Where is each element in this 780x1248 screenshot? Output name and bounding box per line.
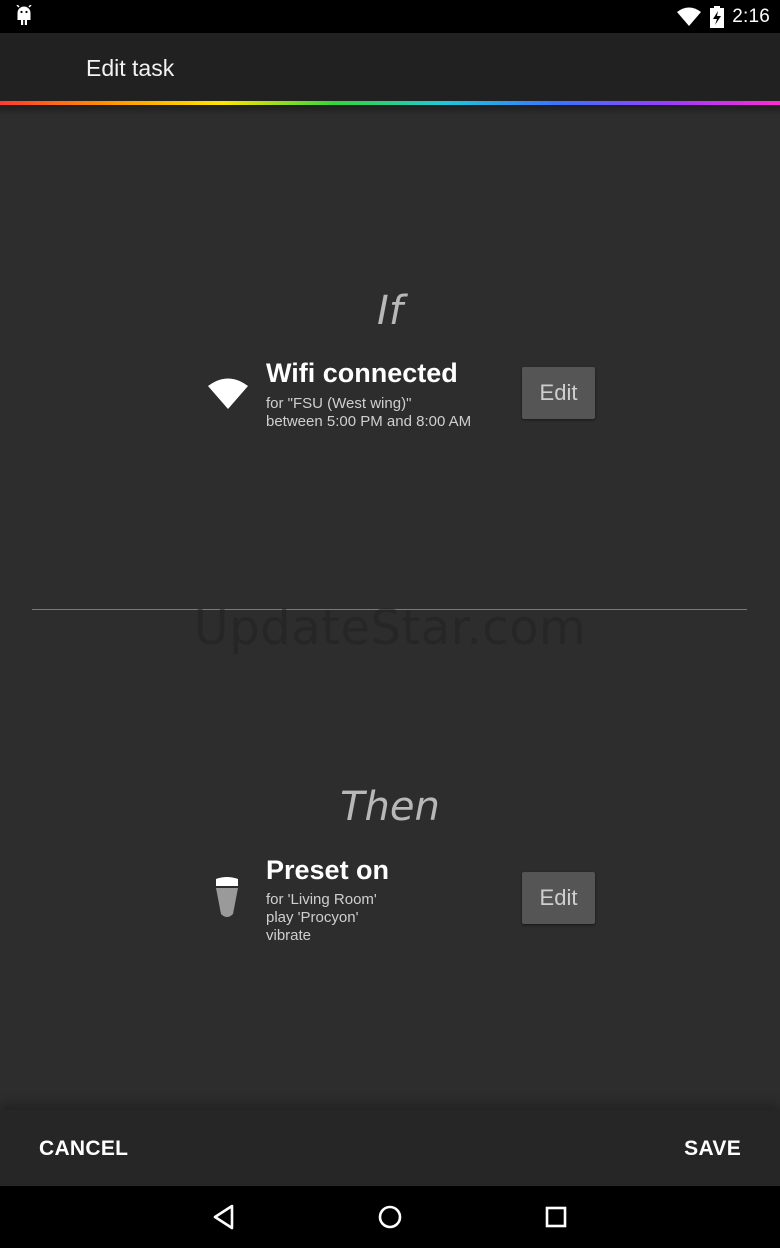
- status-bar: 2:16: [0, 0, 780, 33]
- if-detail-line: for "FSU (West wing)": [266, 395, 412, 412]
- action-bar: CANCEL SAVE: [0, 1110, 780, 1186]
- home-icon[interactable]: [375, 1202, 405, 1232]
- edit-action-button[interactable]: Edit: [522, 872, 595, 924]
- wifi-icon: [208, 378, 248, 409]
- app-bar: Edit task: [0, 33, 780, 102]
- if-heading: If: [377, 288, 403, 334]
- if-detail-line: between 5:00 PM and 8:00 AM: [266, 413, 472, 430]
- status-time: 2:16: [732, 5, 770, 27]
- if-condition-title: Wifi connected: [266, 358, 458, 388]
- watermark: UpdateStar.com: [193, 600, 587, 656]
- light-bulb-icon: [216, 877, 238, 917]
- then-detail-line: vibrate: [266, 927, 312, 944]
- then-action-details: for 'Living Room' play 'Procyon' vibrate: [266, 891, 377, 945]
- cancel-button[interactable]: CANCEL: [39, 1137, 128, 1161]
- navigation-bar: [0, 1186, 780, 1248]
- wifi-signal-icon: [677, 7, 702, 26]
- recents-icon[interactable]: [541, 1202, 571, 1232]
- edit-condition-button[interactable]: Edit: [522, 367, 595, 419]
- then-detail-line: play 'Procyon': [266, 909, 359, 926]
- android-notification-icon: [16, 5, 32, 25]
- page-title: Edit task: [86, 55, 175, 81]
- then-detail-line: for 'Living Room': [266, 891, 377, 908]
- then-action-title: Preset on: [266, 855, 390, 885]
- app-bar-shadow: [0, 105, 780, 115]
- if-condition-details: for "FSU (West wing)" between 5:00 PM an…: [266, 395, 471, 431]
- back-icon[interactable]: [209, 1202, 239, 1232]
- save-button[interactable]: SAVE: [684, 1137, 741, 1161]
- battery-charging-icon: [710, 5, 725, 28]
- then-heading: Then: [340, 784, 440, 830]
